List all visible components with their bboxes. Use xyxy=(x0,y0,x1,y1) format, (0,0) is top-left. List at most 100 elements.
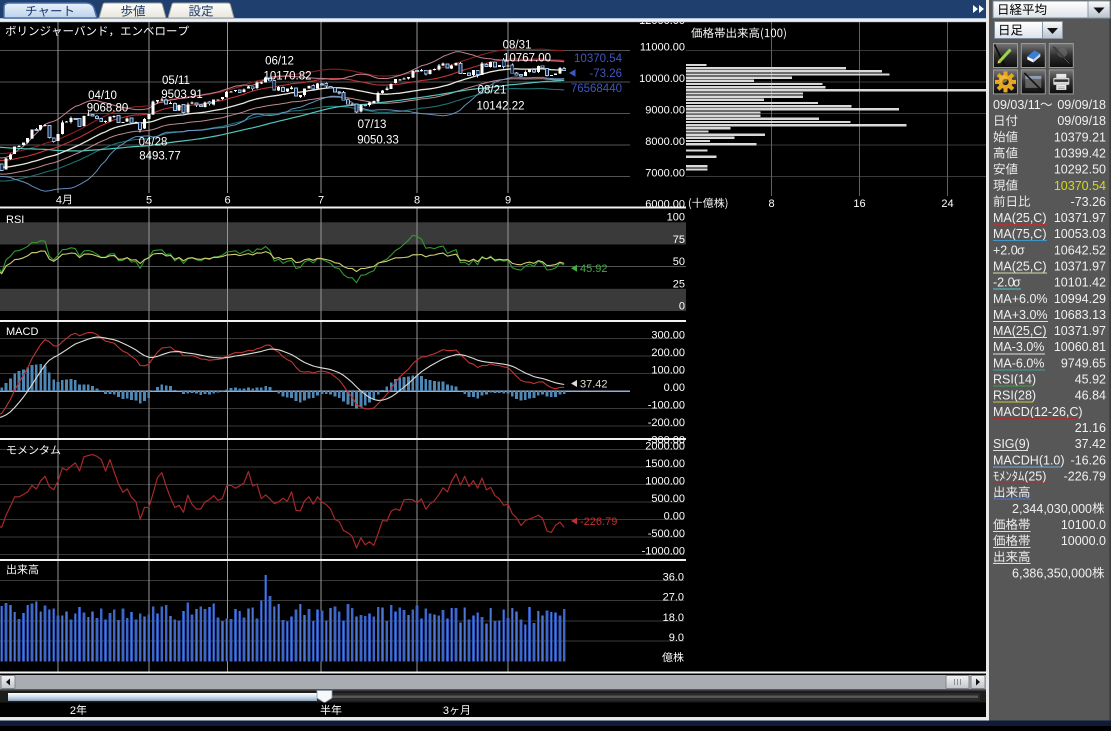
svg-text:8: 8 xyxy=(768,198,774,210)
svg-text:10371.97: 10371.97 xyxy=(1054,211,1106,225)
svg-text:2000.00: 2000.00 xyxy=(645,441,685,453)
svg-text:10000.0: 10000.0 xyxy=(1061,534,1106,548)
svg-text:RSI: RSI xyxy=(6,214,24,226)
svg-text:09/09/18: 09/09/18 xyxy=(1057,98,1106,112)
svg-text:10000.00: 10000.00 xyxy=(639,73,685,85)
svg-text:10379.21: 10379.21 xyxy=(1054,130,1106,144)
svg-text:50: 50 xyxy=(673,256,685,268)
svg-text:10399.42: 10399.42 xyxy=(1054,146,1106,160)
svg-text:6,386,350,000: 6,386,350,000 xyxy=(1012,566,1092,580)
svg-text:-16.26: -16.26 xyxy=(1071,453,1106,467)
svg-text:36.0: 36.0 xyxy=(663,572,684,584)
svg-text:10683.13: 10683.13 xyxy=(1054,308,1106,322)
svg-text:8493.77: 8493.77 xyxy=(139,151,181,163)
svg-text:5: 5 xyxy=(146,195,152,207)
svg-text:09/03/11: 09/03/11 xyxy=(993,98,1041,112)
svg-text:-73.26: -73.26 xyxy=(1071,195,1106,209)
svg-text:4: 4 xyxy=(56,195,62,207)
svg-text:MA+6.0%: MA+6.0% xyxy=(993,292,1048,306)
svg-text:+2.0: +2.0 xyxy=(993,243,1018,257)
svg-text:10642.52: 10642.52 xyxy=(1054,243,1106,257)
svg-text:-100.00: -100.00 xyxy=(648,400,685,412)
svg-text:100.00: 100.00 xyxy=(651,365,685,377)
svg-text:200.00: 200.00 xyxy=(651,347,685,359)
svg-text:05/11: 05/11 xyxy=(162,75,190,87)
svg-text:10767.00: 10767.00 xyxy=(503,53,551,65)
svg-text:07/13: 07/13 xyxy=(358,119,387,131)
svg-text:(25): (25) xyxy=(1024,469,1046,483)
svg-text:MA+3.0%: MA+3.0% xyxy=(993,308,1048,322)
svg-text:-2.0: -2.0 xyxy=(993,276,1015,290)
svg-text:-500.00: -500.00 xyxy=(648,528,685,540)
svg-text:04/28: 04/28 xyxy=(139,137,168,149)
svg-text:9.0: 9.0 xyxy=(669,632,684,644)
svg-text:MA(25,C): MA(25,C) xyxy=(993,260,1046,274)
svg-text:-1000.00: -1000.00 xyxy=(642,546,685,558)
svg-text:3: 3 xyxy=(443,705,449,717)
svg-text:8: 8 xyxy=(414,195,420,207)
svg-text:10101.42: 10101.42 xyxy=(1054,276,1106,290)
svg-text:76568440: 76568440 xyxy=(571,83,622,95)
svg-text:-226.79: -226.79 xyxy=(580,516,617,528)
svg-text:MACDH(1.0): MACDH(1.0) xyxy=(993,453,1065,467)
svg-text:2,344,030,000: 2,344,030,000 xyxy=(1012,502,1092,516)
svg-text:8000.00: 8000.00 xyxy=(645,136,685,148)
svg-text:7000.00: 7000.00 xyxy=(645,168,685,180)
svg-text:RSI(28): RSI(28) xyxy=(993,389,1036,403)
svg-text:09/09/18: 09/09/18 xyxy=(1057,114,1106,128)
svg-text:9068.80: 9068.80 xyxy=(87,103,129,115)
svg-text:10371.97: 10371.97 xyxy=(1054,260,1106,274)
svg-text:100: 100 xyxy=(667,212,685,224)
svg-text:10370.54: 10370.54 xyxy=(574,53,623,65)
svg-text:27.0: 27.0 xyxy=(663,592,684,604)
svg-text:11000.00: 11000.00 xyxy=(640,42,685,54)
svg-text:9050.33: 9050.33 xyxy=(357,135,399,147)
svg-text:45.92: 45.92 xyxy=(1075,373,1106,387)
svg-text:σ: σ xyxy=(1013,276,1021,290)
svg-text:SIG(9): SIG(9) xyxy=(993,437,1030,451)
svg-text:37.42: 37.42 xyxy=(580,379,608,391)
svg-text:-200.00: -200.00 xyxy=(648,417,685,429)
svg-text:45.92: 45.92 xyxy=(580,263,608,275)
svg-text:9503.91: 9503.91 xyxy=(161,89,203,101)
svg-text:9000.00: 9000.00 xyxy=(645,105,685,117)
svg-text:0.00: 0.00 xyxy=(664,511,685,523)
svg-text:RSI(14): RSI(14) xyxy=(993,373,1036,387)
svg-text:06/12: 06/12 xyxy=(265,56,294,68)
svg-text:9: 9 xyxy=(505,195,511,207)
svg-text:-73.26: -73.26 xyxy=(589,68,622,80)
svg-text:16: 16 xyxy=(853,198,865,210)
svg-text:75: 75 xyxy=(673,234,685,246)
svg-text:σ: σ xyxy=(1017,243,1025,257)
svg-text:10142.22: 10142.22 xyxy=(477,101,525,113)
svg-text:MA(25,C): MA(25,C) xyxy=(993,211,1046,225)
svg-text:1500.00: 1500.00 xyxy=(645,458,685,470)
svg-text:04/10: 04/10 xyxy=(88,90,117,102)
svg-text:08/21: 08/21 xyxy=(478,85,507,97)
svg-text:18.0: 18.0 xyxy=(663,612,684,624)
svg-text:10994.29: 10994.29 xyxy=(1054,292,1106,306)
svg-text:21.16: 21.16 xyxy=(1075,421,1106,435)
svg-text:0: 0 xyxy=(679,301,685,313)
svg-text:MA(75,C): MA(75,C) xyxy=(993,227,1046,241)
svg-text:7: 7 xyxy=(318,195,324,207)
svg-text:10053.03: 10053.03 xyxy=(1054,227,1106,241)
svg-text:2: 2 xyxy=(70,705,76,717)
svg-text:10371.97: 10371.97 xyxy=(1054,324,1106,338)
svg-text:6000.00: 6000.00 xyxy=(645,199,685,211)
svg-text:10292.50: 10292.50 xyxy=(1054,163,1106,177)
svg-text:10170.82: 10170.82 xyxy=(264,71,312,83)
svg-text:10370.54: 10370.54 xyxy=(1054,179,1106,193)
svg-text:6: 6 xyxy=(224,195,230,207)
svg-text:08/31: 08/31 xyxy=(503,40,532,52)
svg-text:0.00: 0.00 xyxy=(664,382,685,394)
svg-text:46.84: 46.84 xyxy=(1075,389,1106,403)
svg-text:25: 25 xyxy=(673,278,685,290)
svg-text:24: 24 xyxy=(941,198,953,210)
svg-text:MA(25,C): MA(25,C) xyxy=(993,324,1046,338)
svg-text:10060.81: 10060.81 xyxy=(1054,340,1106,354)
svg-text:-226.79: -226.79 xyxy=(1064,469,1106,483)
svg-text:37.42: 37.42 xyxy=(1075,437,1106,451)
svg-text:MA-6.0%: MA-6.0% xyxy=(993,356,1044,370)
svg-text:MACD(12-26,C): MACD(12-26,C) xyxy=(993,405,1083,419)
